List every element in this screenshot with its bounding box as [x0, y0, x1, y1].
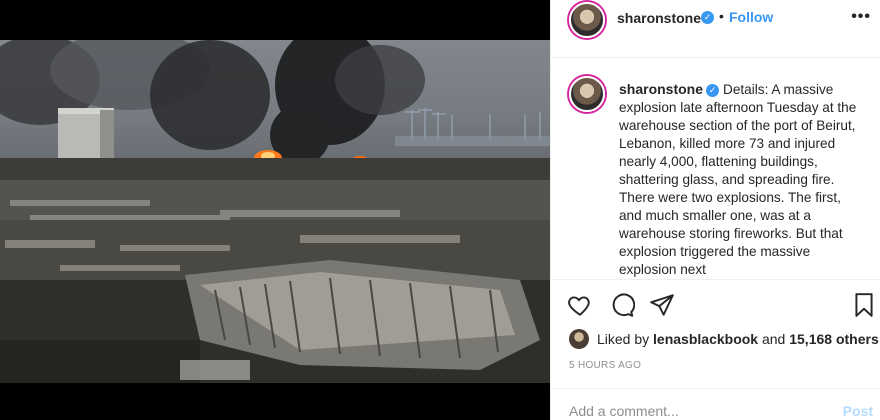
likes-prefix: Liked by: [597, 331, 654, 347]
likes-count[interactable]: 15,168 others: [789, 331, 879, 347]
liker-username[interactable]: lenasblackbook: [653, 331, 758, 347]
comment-input[interactable]: [569, 401, 799, 420]
caption-section: sharonstone ✓ Details: A massive explosion…: [551, 58, 880, 280]
bookmark-icon[interactable]: [851, 292, 877, 318]
caption-username[interactable]: sharonstone: [619, 81, 703, 97]
header-separator: •: [719, 8, 724, 24]
post-photo[interactable]: [0, 40, 550, 383]
post-timestamp[interactable]: 5 HOURS AGO: [569, 360, 641, 371]
likes-text: Liked by lenasblackbook and 15,168 other…: [597, 331, 879, 347]
heart-icon[interactable]: [567, 292, 593, 318]
explosion-aftermath-image: [0, 40, 550, 383]
post-header: sharonstone ✓ • Follow •••: [551, 0, 880, 58]
verified-badge-icon: ✓: [701, 11, 714, 24]
follow-button[interactable]: Follow: [729, 9, 773, 25]
comment-icon[interactable]: [609, 292, 635, 318]
action-bar: [551, 288, 880, 324]
author-username[interactable]: sharonstone: [617, 10, 701, 26]
post-media-area: [0, 0, 550, 420]
caption: sharonstone ✓ Details: A massive explosion…: [619, 80, 859, 279]
liker-avatar[interactable]: [569, 329, 589, 349]
author-avatar[interactable]: [569, 2, 605, 38]
comment-bar: Post: [551, 388, 880, 420]
more-options-icon[interactable]: •••: [851, 8, 871, 26]
likes-summary: Liked by lenasblackbook and 15,168 other…: [569, 329, 879, 350]
caption-verified-badge-icon: ✓: [706, 83, 720, 97]
share-icon[interactable]: [649, 292, 675, 318]
caption-author-avatar[interactable]: [569, 76, 605, 112]
likes-middle: and: [758, 331, 790, 347]
post-side-panel: sharonstone ✓ • Follow ••• sharonstone ✓ D…: [550, 0, 880, 420]
caption-text: Details: A massive explosion late aftern…: [619, 82, 857, 277]
post-comment-button[interactable]: Post: [843, 403, 873, 419]
